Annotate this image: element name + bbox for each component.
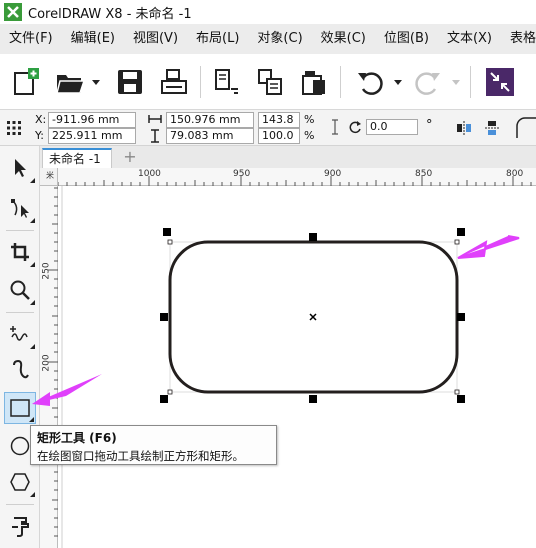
degree-symbol: ° [426,118,433,133]
save-icon[interactable] [112,64,148,100]
redo-icon[interactable] [410,64,446,100]
object-origin-icon[interactable] [6,120,22,136]
y-position-field[interactable]: 225.911 mm [48,128,136,144]
scale-y-field[interactable]: 100.0 [258,128,300,144]
title-bar: CorelDRAW X8 - 未命名 -1 [0,0,536,24]
coreldraw-logo-icon [4,3,22,21]
menu-object[interactable]: 对象(C) [248,24,311,54]
undo-icon[interactable] [352,64,388,100]
menu-bitmaps[interactable]: 位图(B) [375,24,438,54]
mirror-horizontal-icon[interactable] [456,120,472,136]
ruler-label: 1000 [138,169,161,179]
ruler-label: 200 [41,354,52,372]
rectangle-tool-tooltip: 矩形工具 (F6) 在绘图窗口拖动工具绘制正方形和矩形。 [30,425,277,465]
standard-toolbar [0,54,536,110]
ruler-label: 250 [41,262,52,280]
ruler-label: 850 [415,169,433,179]
new-document-icon[interactable] [8,64,44,100]
x-label: X: [35,113,47,126]
tooltip-description: 在绘图窗口拖动工具绘制正方形和矩形。 [37,449,244,463]
x-position-field[interactable]: -911.96 mm [48,112,136,128]
export-icon[interactable] [252,64,288,100]
document-tabs: 未命名 -1 + [40,146,536,168]
print-icon[interactable] [156,64,192,100]
y-label: Y: [35,129,44,142]
menu-layout[interactable]: 布局(L) [187,24,248,54]
percent-label-x: % [304,113,315,126]
toolbar-separator [340,66,341,98]
freehand-tool-icon[interactable] [4,318,36,350]
polygon-tool-icon[interactable] [4,466,36,498]
zoom-tool-icon[interactable] [4,274,36,306]
vertical-ruler[interactable]: 250 200 [40,186,58,548]
menu-effects[interactable]: 效果(C) [312,24,375,54]
shape-tool-icon[interactable] [4,192,36,224]
open-dropdown-icon[interactable] [92,78,100,86]
menu-text[interactable]: 文本(X) [438,24,501,54]
menu-edit[interactable]: 编辑(E) [62,24,124,54]
tool-annotation-arrow-icon [32,374,102,406]
percent-label-y: % [304,129,315,142]
drawing-canvas[interactable] [58,186,536,548]
mirror-vertical-icon[interactable] [484,120,500,136]
menu-file[interactable]: 文件(F) [0,24,62,54]
tooltip-title: 矩形工具 (F6) [37,431,117,445]
height-field[interactable]: 79.083 mm [166,128,254,144]
toolbar-separator [200,66,201,98]
ruler-unit: 米 [46,171,54,180]
scale-x-field[interactable]: 143.8 [258,112,300,128]
add-tab-button[interactable]: + [122,149,138,166]
width-icon [148,115,162,123]
menu-bar: 文件(F) 编辑(E) 视图(V) 布局(L) 对象(C) 效果(C) 位图(B… [0,24,536,54]
open-folder-icon[interactable] [52,64,88,100]
toolbox [0,146,40,548]
redo-dropdown-icon[interactable] [452,78,460,86]
rotation-angle-field[interactable]: 0.0 [366,119,418,135]
ruler-label: 800 [506,169,524,179]
property-bar: X: Y: -911.96 mm 225.911 mm 150.976 mm 7… [0,110,536,146]
corner-shape-icon[interactable] [514,116,536,140]
ruler-label: 950 [233,169,251,179]
horizontal-ruler[interactable]: 1000 950 900 850 800 [58,168,536,186]
annotation-arrow-icon [457,235,520,259]
drawing-surface [61,186,520,548]
window-title: CorelDRAW X8 - 未命名 -1 [28,6,192,22]
lock-ratio-icon[interactable] [330,118,340,136]
ruler-ticks [58,176,532,186]
width-field[interactable]: 150.976 mm [166,112,254,128]
ruler-label: 900 [324,169,342,179]
publish-icon[interactable] [296,64,332,100]
menu-view[interactable]: 视图(V) [124,24,187,54]
import-icon[interactable] [208,64,244,100]
rotation-icon [349,121,361,134]
menu-table[interactable]: 表格(T) [501,24,536,54]
text-tool-icon[interactable] [4,510,36,542]
tab-document[interactable]: 未命名 -1 [42,148,112,168]
undo-dropdown-icon[interactable] [394,78,402,86]
height-icon [151,129,159,143]
center-marker [309,313,317,321]
fullscreen-icon[interactable] [482,64,518,100]
crop-tool-icon[interactable] [4,236,36,268]
pick-tool-icon[interactable] [4,152,36,184]
toolbar-separator [470,66,471,98]
